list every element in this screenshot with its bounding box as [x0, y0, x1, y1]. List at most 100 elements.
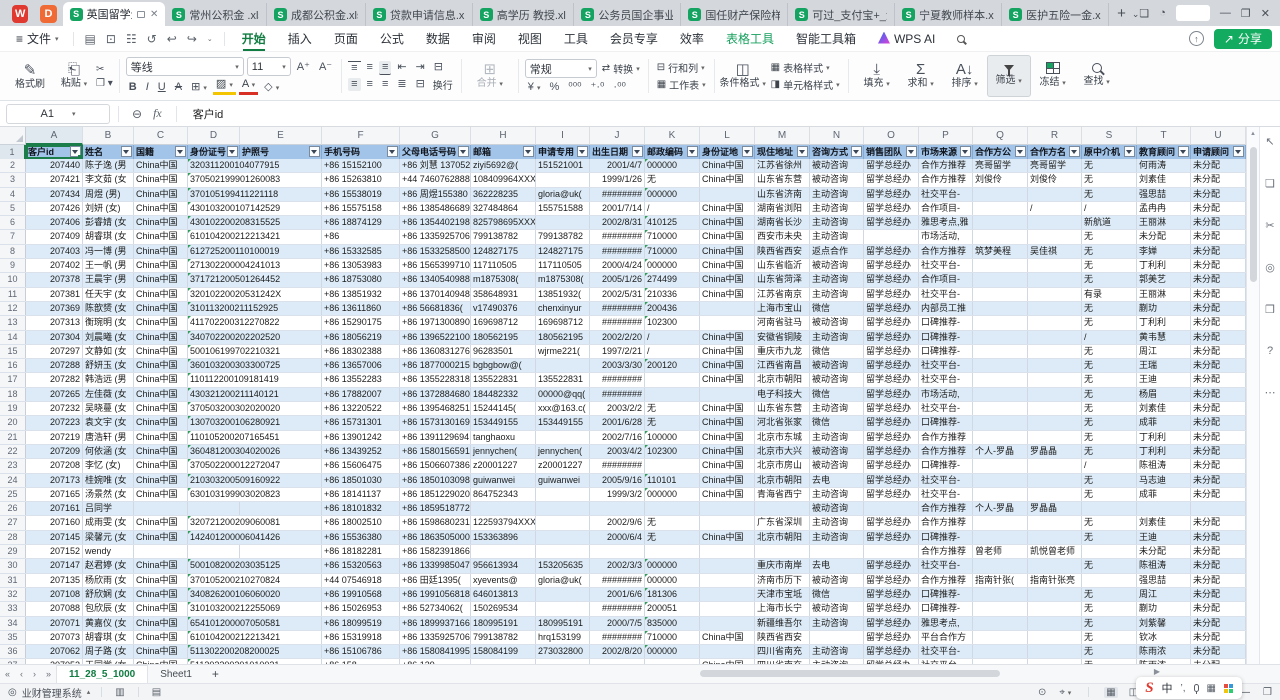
- cell[interactable]: 青海省西宁: [755, 488, 810, 501]
- cell[interactable]: 207208: [26, 459, 83, 472]
- cell[interactable]: 北京市朝阳: [755, 373, 810, 386]
- cell[interactable]: 864752343: [471, 488, 536, 501]
- col-header-T[interactable]: T: [1137, 127, 1191, 145]
- cell[interactable]: 强思喆: [1137, 574, 1191, 587]
- cell[interactable]: +86 13220522: [322, 402, 400, 415]
- cell[interactable]: China中国: [134, 216, 188, 229]
- col-header-O[interactable]: O: [864, 127, 919, 145]
- cell[interactable]: 未分配: [1191, 359, 1246, 372]
- cell[interactable]: 2003/2/2: [590, 402, 645, 415]
- cell[interactable]: 未分配: [1191, 545, 1246, 558]
- cell[interactable]: [1082, 545, 1137, 558]
- arrange-windows-icon[interactable]: ❏: [1139, 7, 1149, 20]
- filter-dropdown-icon[interactable]: [121, 146, 132, 157]
- cell[interactable]: 370503200302020020: [188, 402, 240, 415]
- cell[interactable]: [134, 502, 188, 515]
- row-header-25[interactable]: 25: [0, 488, 26, 501]
- cell[interactable]: [973, 559, 1028, 572]
- cell[interactable]: 370502199901260083: [188, 173, 240, 186]
- cell[interactable]: gloria@uk(: [536, 188, 590, 201]
- cell[interactable]: China中国: [134, 474, 188, 487]
- cell[interactable]: China中国: [134, 574, 188, 587]
- cell[interactable]: 未分配: [1191, 588, 1246, 601]
- notice-pill[interactable]: [1176, 5, 1210, 21]
- keyboard-icon[interactable]: ▦: [1207, 683, 1216, 694]
- cell[interactable]: 2000/4/24: [590, 259, 645, 272]
- rows-cols-button[interactable]: ⊟ 行和列 ▾: [655, 60, 707, 75]
- cell[interactable]: China中国: [134, 302, 188, 315]
- cell[interactable]: 社交平台-: [919, 488, 973, 501]
- cell[interactable]: 无: [1082, 445, 1137, 458]
- cell[interactable]: 主动咨询: [810, 617, 864, 630]
- cell[interactable]: 留学总经办: [864, 216, 919, 229]
- cell[interactable]: 留学总经办: [864, 531, 919, 544]
- filter-header-cell[interactable]: 国籍: [134, 145, 188, 159]
- row-header-13[interactable]: 13: [0, 316, 26, 329]
- cell[interactable]: 亮哥留学: [973, 159, 1028, 172]
- cell[interactable]: 未分配: [1191, 245, 1246, 258]
- font-name-select[interactable]: 等线▾: [126, 57, 244, 76]
- cell[interactable]: [536, 502, 590, 515]
- cell[interactable]: 济南市历下: [755, 574, 810, 587]
- cell[interactable]: 207434: [26, 188, 83, 201]
- cell[interactable]: 00000@qq(: [536, 388, 590, 401]
- cell[interactable]: 158084199: [471, 645, 536, 658]
- cell[interactable]: 陈子逸 (男: [83, 159, 134, 172]
- cell[interactable]: 口碑推荐-: [919, 602, 973, 615]
- filter-header-cell[interactable]: 销售团队: [864, 145, 919, 159]
- row-header-33[interactable]: 33: [0, 602, 26, 615]
- close-tab-icon[interactable]: ✕: [150, 9, 158, 20]
- cell[interactable]: +86 1396522100: [400, 331, 471, 344]
- cell[interactable]: 留学总经办: [864, 445, 919, 458]
- cell[interactable]: [973, 431, 1028, 444]
- cell[interactable]: 320721200209060081: [188, 516, 240, 529]
- col-header-J[interactable]: J: [590, 127, 645, 145]
- cell[interactable]: 未分配: [1191, 388, 1246, 401]
- cell[interactable]: 社交平台-: [919, 359, 973, 372]
- cell[interactable]: [700, 388, 755, 401]
- file-tab[interactable]: S成都公积金.xlsx: [267, 3, 366, 26]
- cell[interactable]: [188, 502, 240, 515]
- align-top-button[interactable]: ≡: [348, 61, 360, 75]
- row-header-8[interactable]: 8: [0, 245, 26, 258]
- cell[interactable]: 646013813: [471, 588, 536, 601]
- cell[interactable]: 无: [1082, 602, 1137, 615]
- cell[interactable]: 96283501: [471, 345, 536, 358]
- cell[interactable]: 山东省菏泽: [755, 273, 810, 286]
- menu-tab[interactable]: 数据: [415, 29, 461, 49]
- cell[interactable]: 留学总经办: [864, 159, 919, 172]
- cell[interactable]: 社交平台-: [919, 402, 973, 415]
- cell[interactable]: 口碑推荐-: [919, 588, 973, 601]
- cell[interactable]: +86 1899937166: [400, 617, 471, 630]
- file-tab[interactable]: S医护五险一金.xlsx: [1002, 3, 1109, 26]
- menu-tab[interactable]: 审阅: [461, 29, 507, 49]
- cell[interactable]: +86 15152100: [322, 159, 400, 172]
- cell[interactable]: 主动咨询: [810, 645, 864, 658]
- tab-wps-ai[interactable]: WPS AI: [867, 29, 946, 49]
- eye-icon[interactable]: ⊙: [1036, 687, 1048, 698]
- cell[interactable]: 韩浩远 (男: [83, 373, 134, 386]
- cell[interactable]: 2002/5/31: [590, 288, 645, 301]
- cell[interactable]: 口碑推荐-: [919, 459, 973, 472]
- row-header-29[interactable]: 29: [0, 545, 26, 558]
- cell[interactable]: 710000: [645, 230, 700, 243]
- cell[interactable]: China中国: [134, 559, 188, 572]
- cell[interactable]: 207173: [26, 474, 83, 487]
- cell[interactable]: 雅思考点,雅: [919, 216, 973, 229]
- filter-dropdown-icon[interactable]: [632, 146, 643, 157]
- cell[interactable]: [536, 545, 590, 558]
- increase-decimal-button[interactable]: ⁺·⁰: [588, 80, 608, 93]
- menu-tab[interactable]: 页面: [323, 29, 369, 49]
- cell[interactable]: [1028, 359, 1082, 372]
- cell[interactable]: +86 13901242: [322, 431, 400, 444]
- cell[interactable]: [1028, 402, 1082, 415]
- cell[interactable]: 王丽淋: [1137, 216, 1191, 229]
- cell[interactable]: 社交平台-: [919, 188, 973, 201]
- system-label[interactable]: 业财管理系统: [22, 685, 82, 700]
- cell[interactable]: 丁利利: [1137, 445, 1191, 458]
- row-header-11[interactable]: 11: [0, 288, 26, 301]
- cell[interactable]: 唐浩轩 (男: [83, 431, 134, 444]
- filter-dropdown-icon[interactable]: [797, 146, 808, 157]
- cell[interactable]: +86 15575158: [322, 202, 400, 215]
- cell[interactable]: 杨欣雨 (女: [83, 574, 134, 587]
